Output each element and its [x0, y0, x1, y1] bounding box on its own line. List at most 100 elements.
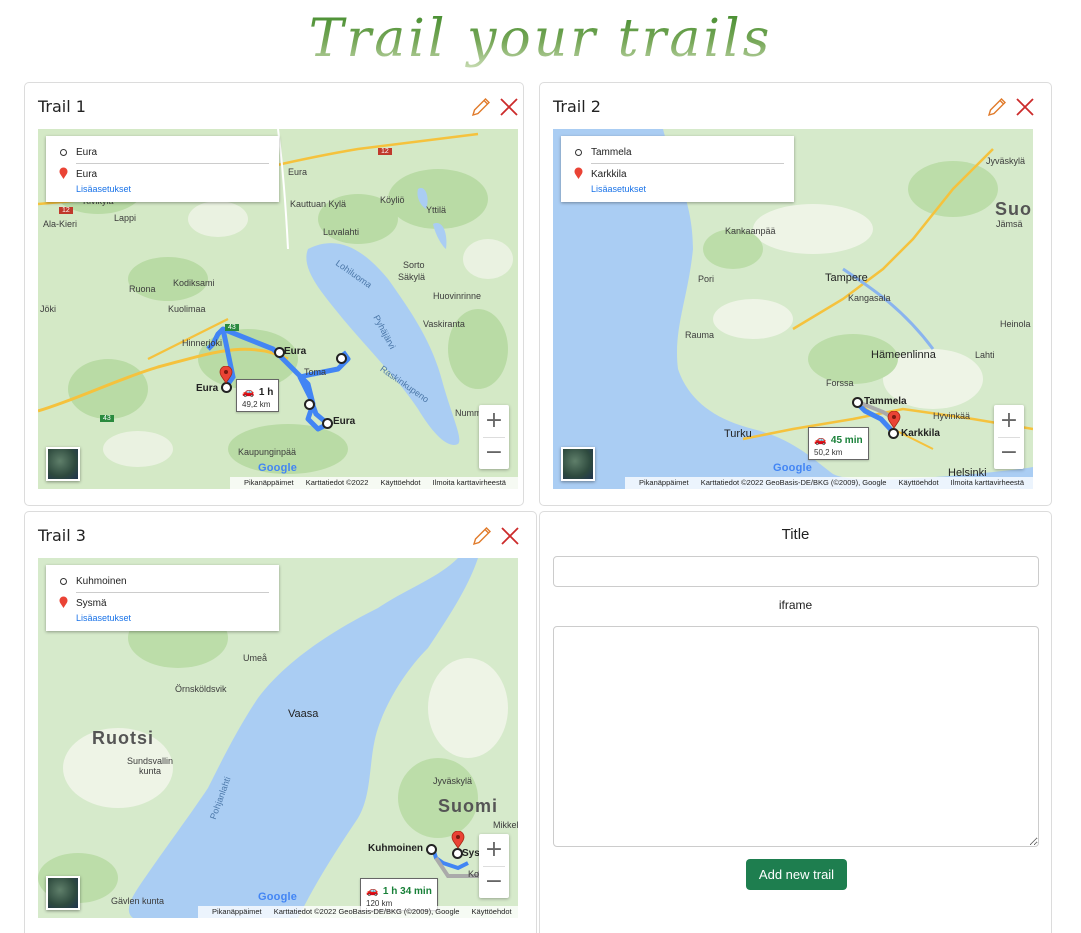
map-place: Tammela — [864, 396, 907, 407]
satellite-toggle[interactable] — [46, 447, 80, 481]
keyboard-shortcuts-link[interactable]: Pikanäppäimet — [639, 478, 689, 487]
pencil-icon[interactable] — [470, 96, 492, 118]
map-place: Hämeenlinna — [871, 349, 936, 361]
zoom-out-button[interactable]: − — [994, 437, 1024, 469]
map-place: Säkylä — [398, 272, 426, 282]
satellite-toggle[interactable] — [46, 876, 80, 910]
road-number: 12 — [59, 207, 73, 214]
map-place: Gävlen kunta — [111, 896, 165, 906]
map-data-attribution: Karttatiedot ©2022 GeoBasis-DE/BKG (©200… — [273, 907, 460, 916]
zoom-out-button[interactable]: − — [479, 437, 509, 469]
map-place: Kankaanpää — [725, 226, 776, 236]
terms-link[interactable]: Käyttöehdot — [472, 907, 512, 916]
zoom-in-button[interactable]: + — [479, 405, 509, 437]
map-place: Ko — [468, 869, 480, 879]
zoom-in-button[interactable]: + — [994, 405, 1024, 437]
pencil-icon[interactable] — [471, 525, 493, 547]
keyboard-shortcuts-link[interactable]: Pikanäppäimet — [244, 478, 294, 487]
directions-destination: Sysmä — [76, 598, 107, 609]
destination-pin-icon — [887, 411, 901, 429]
google-logo: Google — [258, 462, 298, 474]
directions-origin: Eura — [76, 147, 98, 158]
close-icon[interactable] — [1014, 96, 1036, 118]
map-place: Ruona — [129, 284, 156, 294]
route-waypoint-icon — [274, 347, 285, 358]
map-place: Kaupunginpää — [238, 447, 297, 457]
more-options-link[interactable]: Lisäasetukset — [76, 184, 131, 194]
map-place: Karkkila — [901, 428, 940, 439]
close-icon[interactable] — [498, 96, 520, 118]
close-icon[interactable] — [499, 525, 521, 547]
trail-card-1: Trail 1 Eura Kauttuan Kylä Köyliö Yttilä… — [24, 82, 524, 506]
site-title-text: Trail your trails — [308, 9, 773, 69]
map-data-attribution: Karttatiedot ©2022 — [305, 478, 369, 487]
map-place: Forssa — [826, 378, 854, 388]
map-place: Kauttuan Kylä — [290, 199, 347, 209]
more-options-link[interactable]: Lisäasetukset — [591, 184, 646, 194]
trail-map-1[interactable]: Eura Kauttuan Kylä Köyliö Yttilä Luvalah… — [38, 129, 518, 489]
add-new-trail-button[interactable]: Add new trail — [746, 859, 847, 890]
iframe-label: iframe — [778, 598, 813, 612]
trail-map-3[interactable]: Ruotsi Suomi Sundsvallin kunta Örnskölds… — [38, 558, 518, 918]
iframe-textarea[interactable] — [553, 626, 1039, 847]
map-place: Eura — [333, 416, 356, 427]
directions-origin: Kuhmoinen — [76, 576, 127, 587]
map-place: Yttilä — [426, 205, 447, 215]
directions-destination: Karkkila — [591, 169, 627, 180]
route-waypoint-icon — [888, 428, 899, 439]
trail-map-2[interactable]: Suo Jyväskylä Jämsä Kankaanpää Pori Tamp… — [553, 129, 1033, 489]
map-place: Mikkeli — [493, 820, 518, 830]
route-waypoint-icon — [452, 848, 463, 859]
map-place: Vaskiranta — [423, 319, 465, 329]
zoom-control: + − — [479, 405, 509, 469]
trail-card-2: Trail 2 Suo Jyväskylä Jämsä Kankaanpää P… — [539, 82, 1052, 506]
route-waypoint-icon — [322, 418, 333, 429]
map-place: Jämsä — [996, 219, 1023, 229]
road-number: 43 — [225, 324, 239, 331]
terms-link[interactable]: Käyttöehdot — [380, 478, 420, 487]
map-place: Hyvinkää — [933, 411, 971, 421]
car-icon: 🚗 — [242, 387, 255, 398]
map-place: Kuolimaa — [168, 304, 206, 314]
map-place: Heinola — [1000, 319, 1031, 329]
terms-link[interactable]: Käyttöehdot — [899, 478, 939, 487]
destination-pin-icon — [574, 167, 583, 179]
new-trail-form: Title iframe Add new trail — [539, 511, 1052, 933]
map-place: Ala-Kieri — [43, 219, 78, 229]
route-distance: 49,2 km — [242, 400, 271, 409]
zoom-in-button[interactable]: + — [479, 834, 509, 866]
map-place: Tampere — [825, 272, 868, 284]
map-place: Örnsköldsvik — [175, 684, 227, 694]
map-place: Ruotsi — [92, 728, 154, 748]
divider — [76, 163, 269, 164]
map-place: Numm — [455, 408, 482, 418]
destination-pin-icon — [59, 167, 68, 179]
route-waypoint-icon — [304, 399, 315, 410]
origin-dot-icon — [575, 149, 582, 156]
report-error-link[interactable]: Ilmoita karttavirheestä — [433, 478, 506, 487]
map-footer: Pikanäppäimet Karttatiedot ©2022 GeoBasi… — [198, 906, 518, 918]
map-place: Suomi — [438, 796, 499, 816]
directions-panel: Kuhmoinen Sysmä Lisäasetukset — [46, 565, 279, 631]
map-place: Jyväskylä — [986, 156, 1026, 166]
pencil-icon[interactable] — [986, 96, 1008, 118]
more-options-link[interactable]: Lisäasetukset — [76, 613, 131, 623]
satellite-toggle[interactable] — [561, 447, 595, 481]
site-title: Trail your trails — [0, 0, 1081, 78]
report-error-link[interactable]: Ilmoita karttavirheestä — [951, 478, 1024, 487]
route-summary: 🚗 1 h 49,2 km — [236, 379, 280, 412]
keyboard-shortcuts-link[interactable]: Pikanäppäimet — [212, 907, 262, 916]
zoom-out-button[interactable]: − — [479, 866, 509, 898]
map-footer: Pikanäppäimet Karttatiedot ©2022 GeoBasi… — [625, 477, 1033, 489]
map-place: Kangasala — [848, 293, 891, 303]
trail-title: Trail 1 — [38, 97, 86, 116]
directions-panel: Tammela Karkkila Lisäasetukset — [561, 136, 794, 202]
road-number: 43 — [100, 415, 114, 422]
title-input[interactable] — [553, 556, 1039, 587]
map-place: Sorto — [403, 260, 425, 270]
route-duration: 1 h — [258, 387, 274, 398]
directions-destination: Eura — [76, 169, 98, 180]
route-duration: 1 h 34 min — [382, 886, 432, 897]
map-footer: Pikanäppäimet Karttatiedot ©2022 Käyttöe… — [230, 477, 518, 489]
map-place: Eura — [284, 346, 307, 357]
